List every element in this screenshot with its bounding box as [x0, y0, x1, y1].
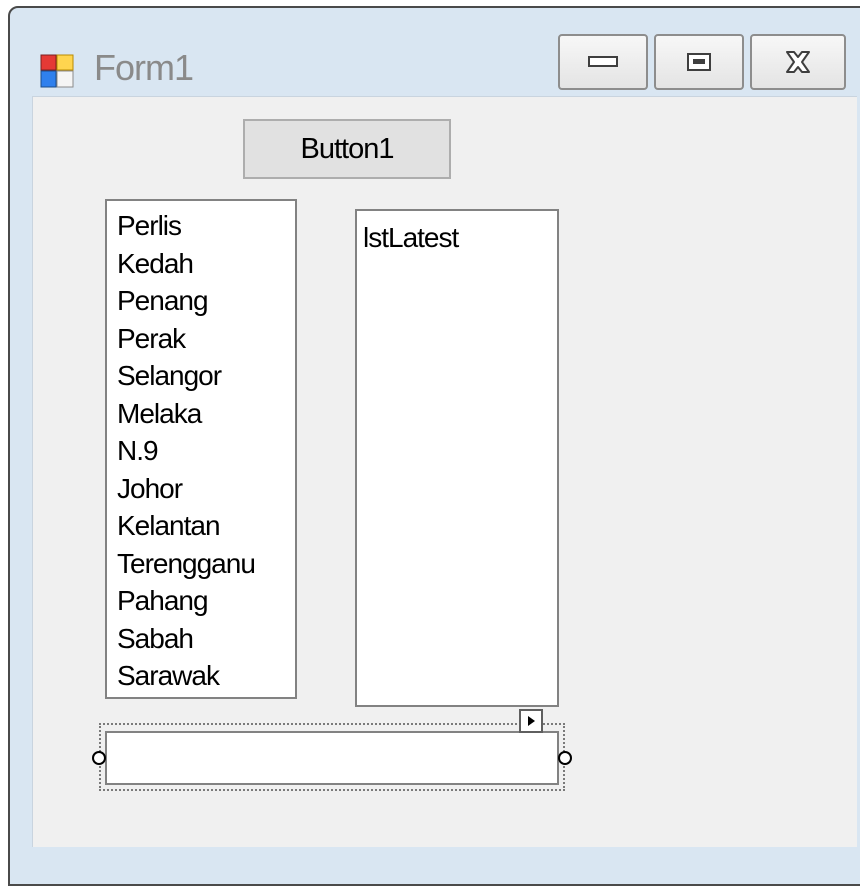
list-item[interactable]: Pahang: [117, 582, 295, 620]
latest-list-item[interactable]: lstLatest: [363, 219, 557, 257]
maximize-icon: [687, 53, 711, 71]
left-resize-handle[interactable]: [92, 751, 106, 765]
close-button[interactable]: [750, 34, 846, 90]
list-item[interactable]: Kedah: [117, 245, 295, 283]
states-listbox[interactable]: Perlis Kedah Penang Perak Selangor Melak…: [105, 199, 297, 699]
list-item[interactable]: Sarawak: [117, 657, 295, 695]
button1[interactable]: Button1: [243, 119, 451, 179]
list-item[interactable]: Terengganu: [117, 545, 295, 583]
minimize-icon: [588, 56, 618, 67]
minimize-button[interactable]: [558, 34, 648, 90]
close-icon: [786, 51, 810, 73]
latest-listbox[interactable]: lstLatest: [355, 209, 559, 707]
list-item[interactable]: Perlis: [117, 207, 295, 245]
form-app-icon: [40, 54, 74, 88]
right-resize-handle[interactable]: [558, 751, 572, 765]
list-item[interactable]: Selangor: [117, 357, 295, 395]
smart-tag-arrow-icon: [528, 716, 535, 726]
list-item[interactable]: Kelantan: [117, 507, 295, 545]
smart-tag-button[interactable]: [519, 709, 543, 733]
list-item[interactable]: Perak: [117, 320, 295, 358]
text-input[interactable]: [105, 731, 559, 785]
list-item[interactable]: N.9: [117, 432, 295, 470]
list-item[interactable]: Sabah: [117, 620, 295, 658]
form-client-area: Button1 Perlis Kedah Penang Perak Selang…: [32, 96, 857, 847]
title-bar[interactable]: Form1: [10, 8, 860, 96]
list-item[interactable]: Melaka: [117, 395, 295, 433]
list-item[interactable]: Penang: [117, 282, 295, 320]
maximize-button[interactable]: [654, 34, 744, 90]
list-item[interactable]: Johor: [117, 470, 295, 508]
form-window: Form1 Button1 Perlis Kedah Penang Perak …: [8, 6, 860, 886]
window-title: Form1: [94, 47, 194, 88]
